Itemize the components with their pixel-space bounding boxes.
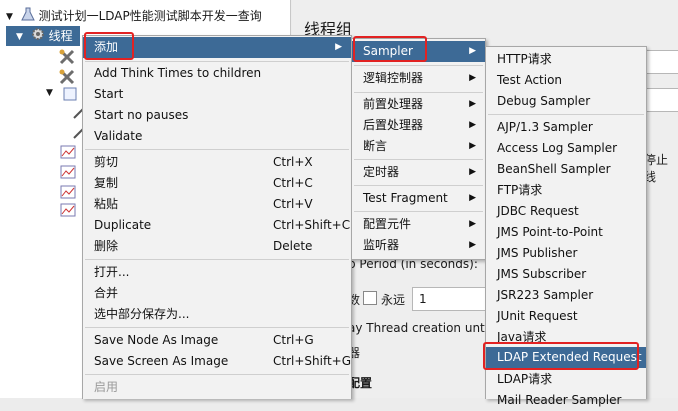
sampler-item-jms-subscriber[interactable]: JMS Subscriber [486,264,646,285]
sampler-item-ftp[interactable]: FTP请求 [486,180,646,201]
menu-item-copy[interactable]: 复制 Ctrl+C [83,173,351,194]
forever-checkbox[interactable] [363,291,377,305]
submenu-arrow-icon: ▶ [469,193,476,203]
test-plan-icon [20,7,35,27]
submenu-arrow-icon: ▶ [469,240,476,250]
menu-separator [85,61,349,62]
submenu-item-assertion[interactable]: 断言 ▶ [352,136,485,157]
submenu-arrow-icon: ▶ [469,219,476,229]
submenu-item-pre-processor[interactable]: 前置处理器 ▶ [352,94,485,115]
sampler-item-jsr223[interactable]: JSR223 Sampler [486,285,646,306]
sampler-item-jdbc[interactable]: JDBC Request [486,201,646,222]
menu-item-save-node-as-image[interactable]: Save Node As Image Ctrl+G [83,330,351,351]
sampler-item-jms-p2p[interactable]: JMS Point-to-Point [486,222,646,243]
sampler-item-mail-reader[interactable]: Mail Reader Sampler [486,390,646,411]
expand-toggle-icon[interactable]: ▼ [46,88,53,98]
menu-separator [354,159,483,160]
tree-root-label: 测试计划一LDAP性能测试脚本开发一查询 [38,9,262,23]
name-field[interactable] [646,50,678,74]
menu-separator [354,211,483,212]
sampler-item-java[interactable]: Java请求 [486,327,646,348]
add-submenu: Sampler ▶ 逻辑控制器 ▶ 前置处理器 ▶ 后置处理器 ▶ 断言 ▶ 定时器 ▶ T… [351,38,486,260]
sampler-item-http-request[interactable]: HTTP请求 [486,49,646,70]
sampler-item-beanshell[interactable]: BeanShell Sampler [486,159,646,180]
menu-item-start-no-pauses[interactable]: Start no pauses [83,105,351,126]
sampler-icon [62,86,78,105]
delay-thread-label: ay Thread creation until r [348,321,501,335]
menu-item-merge[interactable]: 合并 [83,283,351,304]
sampler-item-ldap-request[interactable]: LDAP请求 [486,369,646,390]
menu-item-save-selection-as[interactable]: 选中部分保存为... [83,304,351,325]
menu-item-open[interactable]: 打开... [83,262,351,283]
listener-icon [60,202,76,221]
menu-item-add[interactable]: 添加 ▶ [83,37,351,58]
tools-icon [58,48,76,69]
sampler-item-debug-sampler[interactable]: Debug Sampler [486,91,646,112]
menu-item-add-think-times[interactable]: Add Think Times to children [83,63,351,84]
menu-separator [85,374,349,375]
tree-thread-group-row[interactable]: ▼ 线程 [6,26,80,46]
submenu-item-timer[interactable]: 定时器 ▶ [352,162,485,183]
submenu-arrow-icon: ▶ [469,73,476,83]
expand-toggle-icon[interactable]: ▼ [16,27,23,47]
menu-separator [354,65,483,66]
stop-label: 停止线 [644,153,669,184]
listener-icon [60,184,76,203]
menu-item-duplicate[interactable]: Duplicate Ctrl+Shift+C [83,215,351,236]
context-menu: 添加 ▶ Add Think Times to children Start St… [82,35,352,399]
sampler-item-ldap-extended[interactable]: LDAP Extended Request [486,347,646,368]
submenu-item-logic-controller[interactable]: 逻辑控制器 ▶ [352,68,485,89]
sampler-item-ajp[interactable]: AJP/1.3 Sampler [486,117,646,138]
submenu-arrow-icon: ▶ [469,120,476,130]
tree-thread-group-label: 线程 [48,29,73,43]
submenu-item-test-fragment[interactable]: Test Fragment ▶ [352,188,485,209]
forever-label: 永远 [381,293,406,307]
expand-toggle-icon[interactable]: ▼ [6,7,13,27]
submenu-arrow-icon: ▶ [335,42,342,52]
submenu-arrow-icon: ▶ [469,46,476,56]
sampler-item-junit[interactable]: JUnit Request [486,306,646,327]
tree-root-row[interactable]: ▼ 测试计划一LDAP性能测试脚本开发一查询 [6,6,262,26]
menu-separator [85,259,349,260]
menu-separator [85,149,349,150]
submenu-item-sampler[interactable]: Sampler ▶ [352,41,485,62]
menu-separator [354,92,483,93]
menu-separator [354,185,483,186]
sampler-item-test-action[interactable]: Test Action [486,70,646,91]
menu-item-enable: 启用 [94,380,119,394]
menu-item-save-screen-as-image[interactable]: Save Screen As Image Ctrl+Shift+G [83,351,351,372]
listener-icon [60,144,76,163]
menu-item-delete[interactable]: 删除 Delete [83,236,351,257]
gear-icon [31,27,45,47]
menu-item-paste[interactable]: 粘贴 Ctrl+V [83,194,351,215]
menu-separator [488,114,644,115]
listener-icon [60,164,76,183]
comment-field[interactable] [646,88,678,112]
sampler-item-jms-publisher[interactable]: JMS Publisher [486,243,646,264]
sampler-item-access-log[interactable]: Access Log Sampler [486,138,646,159]
sampler-submenu: HTTP请求 Test Action Debug Sampler AJP/1.3… [485,46,647,407]
menu-item-cut[interactable]: 剪切 Ctrl+X [83,152,351,173]
menu-item-start[interactable]: Start [83,84,351,105]
submenu-arrow-icon: ▶ [469,141,476,151]
submenu-item-listener[interactable]: 监听器 ▶ [352,235,485,256]
menu-item-validate[interactable]: Validate [83,126,351,147]
menu-separator [85,327,349,328]
submenu-arrow-icon: ▶ [469,167,476,177]
submenu-arrow-icon: ▶ [469,99,476,109]
submenu-item-post-processor[interactable]: 后置处理器 ▶ [352,115,485,136]
submenu-item-config-element[interactable]: 配置元件 ▶ [352,214,485,235]
